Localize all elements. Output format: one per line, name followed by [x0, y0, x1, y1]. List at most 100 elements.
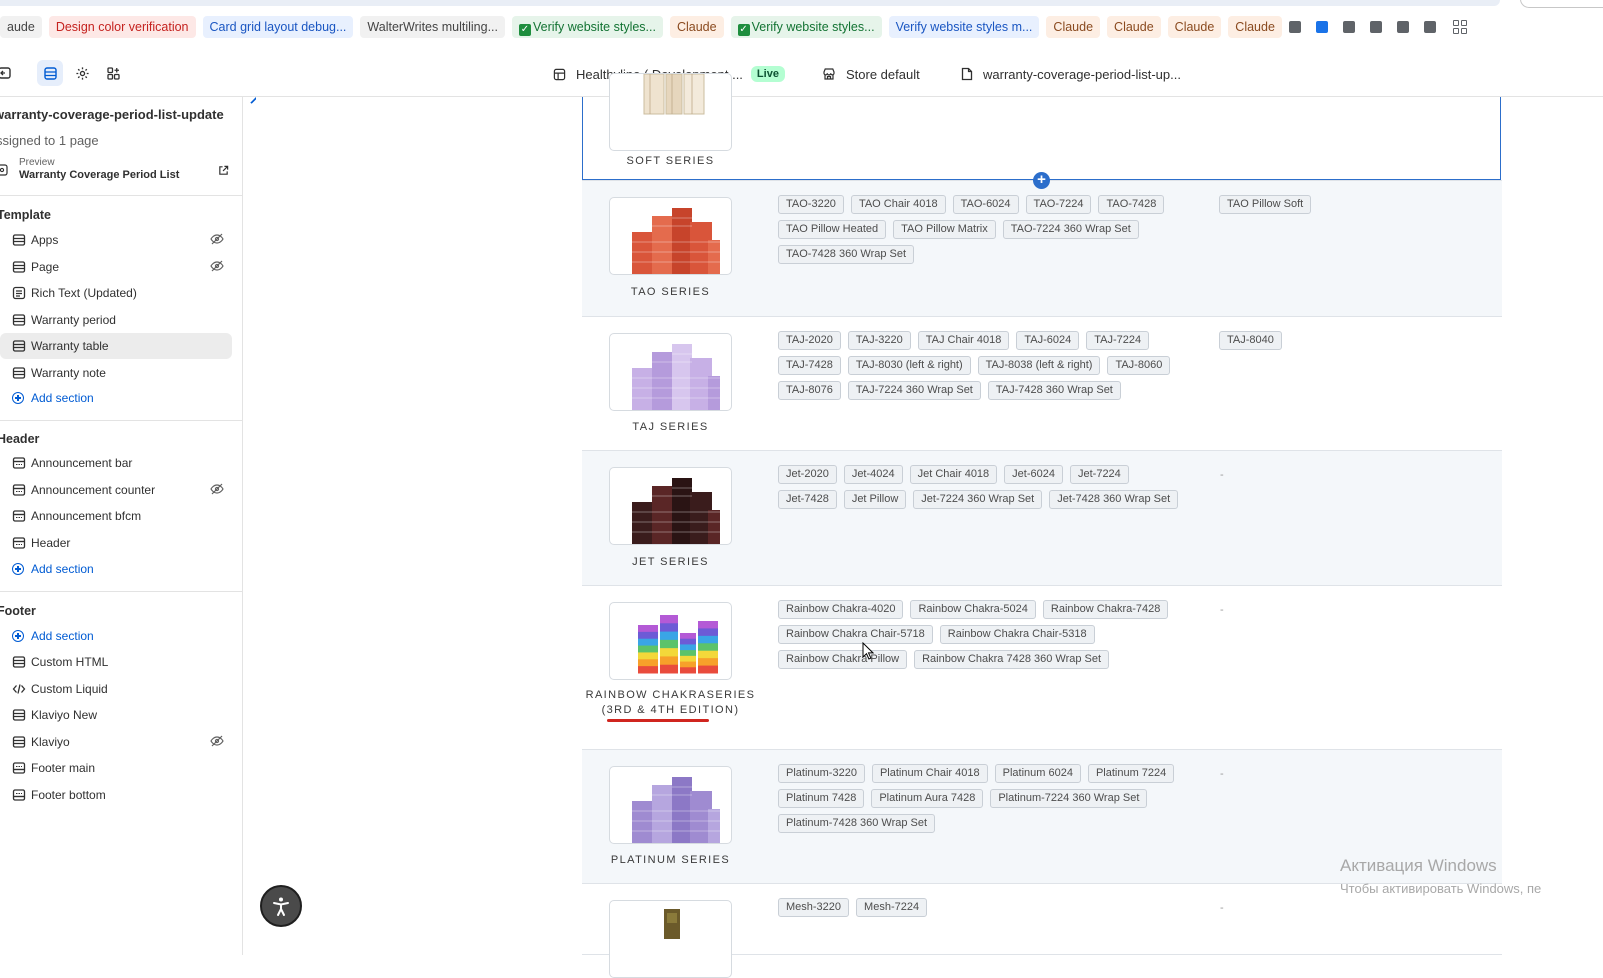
chevron-right-icon[interactable]: › [0, 657, 3, 667]
apps-grid-icon[interactable] [100, 60, 126, 86]
product-image [609, 766, 732, 844]
tab-grid-icon[interactable] [1452, 20, 1467, 34]
profile-pill[interactable] [1520, 0, 1603, 8]
insert-block-button[interactable]: + [1033, 172, 1050, 189]
eye-hidden-icon[interactable] [210, 233, 224, 248]
accessibility-icon [273, 897, 289, 916]
template-selector[interactable]: warranty-coverage-period-list-up... [961, 52, 1181, 96]
section-item[interactable]: › Klaviyo [0, 729, 232, 755]
product-image [609, 467, 732, 545]
section-item-label: Page [31, 259, 60, 274]
bookmark-chip[interactable]: ✓ Verify website styles... [512, 16, 663, 38]
bookmark-chip[interactable]: Design color verification [48, 16, 196, 38]
accessibility-button[interactable] [260, 885, 302, 927]
bookmark-chip[interactable]: Claude [1167, 16, 1222, 38]
section-item-label: Announcement counter [31, 482, 156, 497]
model-tag: TAO Pillow Matrix [893, 220, 996, 239]
add-section-template[interactable]: Add section [12, 385, 94, 411]
bookmark-chip[interactable]: Claude [669, 16, 724, 38]
section-item[interactable]: › Announcement bar [0, 450, 232, 476]
chevron-right-icon[interactable]: › [0, 288, 3, 298]
bookmark-chip-label: Claude [1114, 20, 1154, 34]
settings-gear-icon[interactable] [69, 60, 95, 86]
bookmark-chip[interactable]: Claude [1228, 16, 1282, 38]
section-item[interactable]: › Klaviyo New [0, 702, 232, 728]
add-section-header[interactable]: Add section [12, 556, 94, 582]
section-item[interactable]: › Warranty note [0, 360, 232, 386]
chevron-right-icon[interactable]: › [0, 262, 3, 272]
chevron-right-icon[interactable]: › [0, 684, 3, 694]
exit-icon[interactable] [0, 60, 18, 86]
tab-favicon-icon[interactable] [1369, 21, 1382, 33]
table-row: RAINBOW CHAKRASERIES (3RD & 4TH EDITION)… [582, 586, 1502, 750]
bookmark-chip[interactable]: aude [0, 16, 42, 38]
model-tag: Platinum 7428 [778, 789, 865, 808]
model-tag: TAJ-6024 [1016, 331, 1080, 350]
windows-activation-watermark: Активация Windows Чтобы активировать Win… [1340, 856, 1541, 896]
chevron-right-icon[interactable]: › [0, 315, 3, 325]
sections-icon[interactable] [37, 60, 63, 86]
section-item[interactable]: › Page [0, 254, 232, 280]
model-tag: TAO-7224 360 Wrap Set [1002, 220, 1139, 239]
section-item[interactable]: › Footer bottom [0, 782, 232, 808]
model-tag: TAO Pillow Heated [778, 220, 887, 239]
external-link-icon[interactable] [218, 163, 229, 181]
chevron-right-icon[interactable]: › [0, 710, 3, 720]
model-tag: Jet Pillow [843, 490, 907, 509]
chevron-right-icon[interactable]: › [0, 538, 3, 548]
tab-favicon-icon[interactable] [1342, 21, 1355, 33]
series-name: TAJ SERIES [632, 421, 709, 433]
bookmark-chip[interactable]: Claude [1107, 16, 1161, 38]
market-selector[interactable]: Store default [822, 52, 920, 96]
text-section-icon [12, 286, 26, 300]
chevron-right-icon[interactable]: › [0, 790, 3, 800]
editor-header: Healthyline ( Development ... Live Store… [0, 52, 1603, 97]
section-item[interactable]: › Apps [0, 227, 232, 253]
add-circle-icon [12, 630, 24, 642]
chevron-right-icon[interactable]: › [0, 737, 3, 747]
bookmark-chip[interactable]: WalterWrites multiling... [360, 16, 505, 38]
bookmark-chip-label: aude [7, 20, 35, 34]
add-circle-icon [12, 563, 24, 575]
section-item[interactable]: › Warranty period [0, 307, 232, 333]
bookmark-chip-label: Claude [1174, 20, 1215, 34]
section-item[interactable]: › Footer main [0, 755, 232, 781]
section-item[interactable]: › Custom Liquid [0, 676, 232, 702]
chevron-right-icon[interactable]: › [0, 235, 3, 245]
eye-hidden-icon[interactable] [210, 735, 224, 750]
bookmark-chip[interactable]: Claude [1046, 16, 1101, 38]
tab-favicon-icon[interactable] [1396, 21, 1409, 33]
chevron-right-icon[interactable]: › [0, 485, 3, 495]
header-group-heading: Header [0, 432, 40, 446]
tab-favicon-icon[interactable] [1423, 21, 1436, 33]
model-tag: TAO-3220 [778, 195, 844, 214]
section-item[interactable]: › Warranty table [0, 333, 232, 359]
chevron-right-icon[interactable]: › [0, 511, 3, 521]
live-badge: Live [750, 66, 785, 82]
eye-hidden-icon[interactable] [210, 260, 224, 275]
add-section-footer[interactable]: Add section [12, 623, 94, 649]
model-tag: Rainbow Chakra-7428 [1042, 600, 1169, 619]
bookmark-chip-label: WalterWrites multiling... [367, 20, 498, 34]
eye-hidden-icon[interactable] [210, 483, 224, 498]
bookmark-chip[interactable]: Verify website styles m... [888, 16, 1040, 38]
model-tag: Mesh-7224 [856, 898, 928, 917]
section-item[interactable]: › Announcement bfcm [0, 503, 232, 529]
tab-favicon-icon[interactable] [1315, 21, 1328, 33]
section-item-label: Announcement bar [31, 456, 133, 470]
chevron-right-icon[interactable]: › [0, 368, 3, 378]
section-item[interactable]: › Custom HTML [0, 649, 232, 675]
assigned-count: ssigned to 1 page [0, 133, 99, 148]
section-item[interactable]: › Rich Text (Updated) [0, 280, 232, 306]
chevron-right-icon[interactable]: › [0, 458, 3, 468]
preview-link[interactable]: Preview Warranty Coverage Period List [0, 155, 242, 185]
bookmark-chip[interactable]: Card grid layout debug... [202, 16, 354, 38]
tab-favicon-icon[interactable] [1288, 21, 1301, 33]
chevron-right-icon[interactable]: › [0, 341, 3, 351]
section-item[interactable]: › Announcement counter [0, 477, 232, 503]
section-item[interactable]: › Header [0, 530, 232, 556]
bookmark-chip[interactable]: ✓ Verify website styles... [730, 16, 882, 38]
extra-warranty-tags: TAO Pillow Soft [1219, 195, 1318, 220]
model-tag: Rainbow Chakra Chair-5718 [778, 625, 933, 644]
chevron-right-icon[interactable]: › [0, 763, 3, 773]
